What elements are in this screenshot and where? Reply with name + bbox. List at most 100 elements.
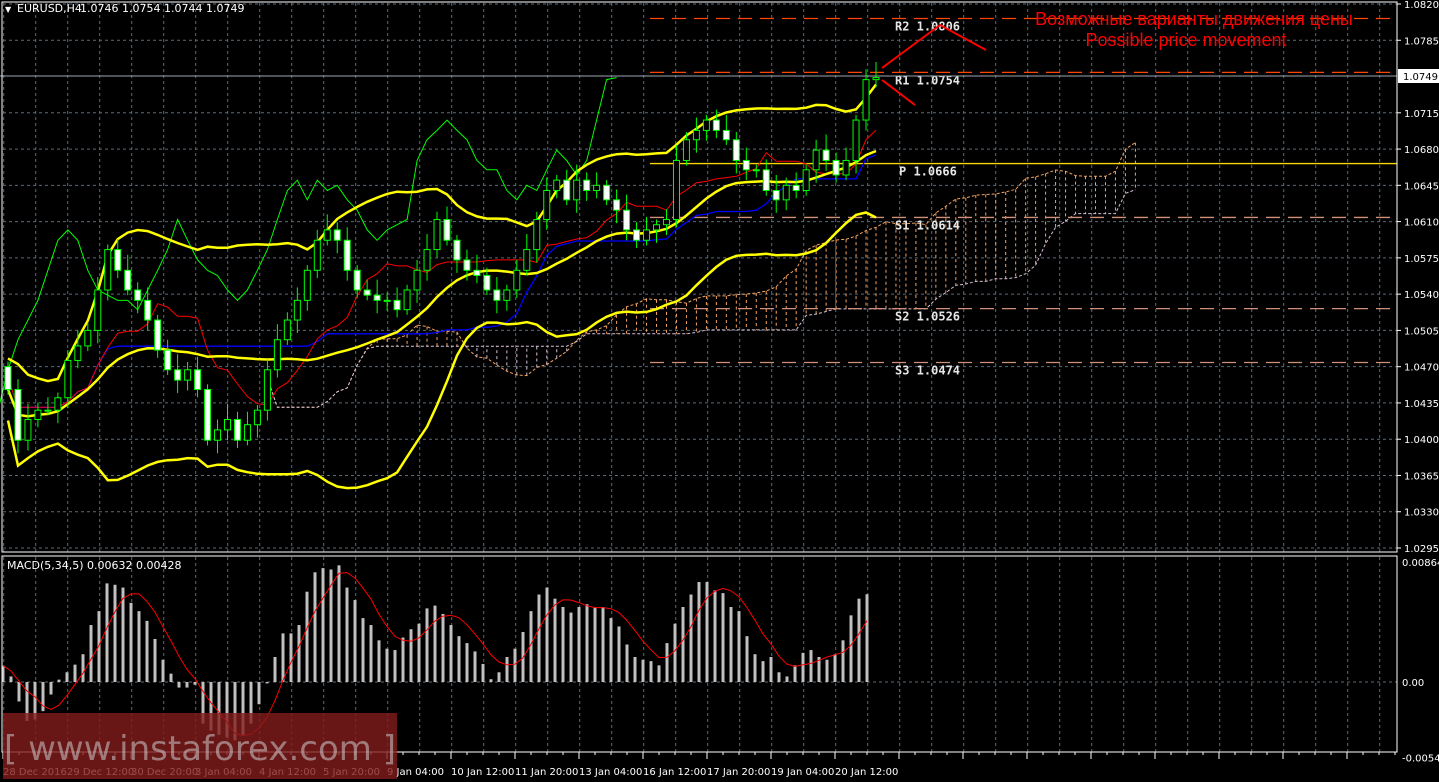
macd-histogram-bar [793, 665, 797, 682]
candle-body [263, 369, 271, 411]
candle-body [184, 369, 192, 381]
candle[interactable] [4, 361, 12, 395]
candle-body [204, 388, 212, 441]
macd-histogram-bar [57, 679, 61, 682]
candle-body [573, 179, 581, 201]
candle-body [24, 419, 32, 441]
macd-histogram-bar [449, 625, 453, 682]
candle-body [363, 289, 371, 296]
candle-body [822, 149, 830, 161]
macd-axis-label: 0.00864 [1402, 558, 1439, 569]
candle-body [782, 184, 790, 201]
macd-histogram-bar [113, 584, 117, 682]
macd-histogram-bar [353, 600, 357, 682]
candle-body [732, 139, 740, 161]
macd-histogram-bar [681, 607, 685, 682]
candle-body [273, 339, 281, 371]
candle-body [613, 199, 621, 211]
candle-body [134, 289, 142, 301]
macd-histogram-bar [561, 607, 565, 682]
macd-histogram-bar [385, 648, 389, 682]
candle-body [583, 179, 591, 192]
triangle-down-icon[interactable]: ▼ [5, 5, 12, 14]
macd-histogram-bar [161, 659, 165, 682]
time-axis-label: 16 Jan 12:00 [643, 767, 706, 778]
macd-histogram-bar [697, 582, 701, 682]
candle-body [323, 229, 331, 241]
macd-histogram-bar [673, 623, 677, 682]
macd-histogram-bar [65, 672, 69, 682]
candle[interactable] [204, 384, 212, 446]
ohlc-label: 1.0746 1.0754 1.0744 1.0749 [80, 2, 244, 15]
candle-body [283, 319, 291, 341]
annotation-en: Possible price movement [1085, 30, 1286, 50]
candle-body [722, 129, 730, 141]
candle-body [712, 119, 720, 131]
candle-body [343, 239, 351, 271]
macd-histogram-bar [833, 654, 837, 682]
candle-body [872, 77, 880, 81]
macd-histogram-bar [433, 605, 437, 682]
candle-body [114, 249, 122, 271]
candle-body [403, 289, 411, 311]
macd-histogram-bar [441, 613, 445, 682]
macd-histogram-bar [73, 664, 77, 682]
macd-histogram-bar [257, 682, 261, 705]
macd-histogram-bar [593, 607, 597, 682]
macd-histogram-bar [369, 625, 373, 682]
candle-body [233, 419, 241, 441]
time-axis-label: 11 Jan 20:00 [515, 767, 578, 778]
macd-histogram-bar [145, 620, 149, 682]
price-axis-label: 1.0295 [1404, 544, 1439, 555]
candle-body [553, 179, 561, 192]
candle-body [692, 129, 700, 141]
macd-histogram-bar [745, 636, 749, 682]
candle-body [104, 249, 112, 291]
candle-body [313, 239, 321, 271]
candle-body [243, 424, 251, 441]
macd-histogram-bar [377, 640, 381, 682]
macd-histogram-bar [553, 598, 557, 682]
price-axis-label: 1.0435 [1404, 399, 1439, 410]
annotation-ru: Возможные варианты движения цены [1035, 9, 1353, 29]
candle-body [533, 219, 541, 251]
macd-histogram-bar [417, 623, 421, 682]
current-price-label: 1.0749 [1403, 72, 1438, 83]
macd-histogram-bar [321, 568, 325, 682]
candle-body [154, 319, 162, 351]
candle-body [603, 184, 611, 201]
candle-body [762, 169, 770, 192]
macd-histogram-bar [657, 665, 661, 682]
pivot-label-p: P 1.0666 [899, 165, 957, 179]
macd-histogram-bar [265, 682, 269, 684]
candle-body [742, 159, 750, 171]
candle-body [413, 269, 421, 291]
candle-body [353, 269, 361, 291]
candle-body [4, 366, 12, 390]
macd-histogram-bar [609, 618, 613, 682]
candle-body [194, 369, 202, 390]
candle-body [14, 388, 22, 441]
macd-histogram-bar [457, 636, 461, 682]
candle-body [852, 119, 860, 161]
candle-body [493, 289, 501, 301]
macd-histogram-bar [185, 682, 189, 688]
macd-histogram-bar [81, 654, 85, 682]
trading-chart[interactable]: R2 1.0806R1 1.0754P 1.0666S1 1.0614S2 1.… [0, 0, 1439, 782]
macd-histogram-bar [625, 644, 629, 682]
time-axis-label: 20 Jan 12:00 [835, 767, 898, 778]
candle-body [54, 397, 62, 411]
candle-body [174, 369, 182, 381]
macd-histogram-bar [769, 657, 773, 682]
candle-body [223, 419, 231, 431]
macd-histogram-bar [849, 615, 853, 682]
price-axis-label: 1.0645 [1404, 181, 1439, 192]
price-axis-label: 1.0400 [1404, 435, 1439, 446]
pivot-label-r1: R1 1.0754 [895, 73, 960, 87]
candle-body [164, 349, 172, 371]
macd-histogram-bar [753, 654, 757, 682]
candle-body [473, 269, 481, 276]
macd-histogram-bar [665, 643, 669, 682]
macd-histogram-bar [497, 672, 501, 682]
macd-histogram-bar [713, 590, 717, 682]
